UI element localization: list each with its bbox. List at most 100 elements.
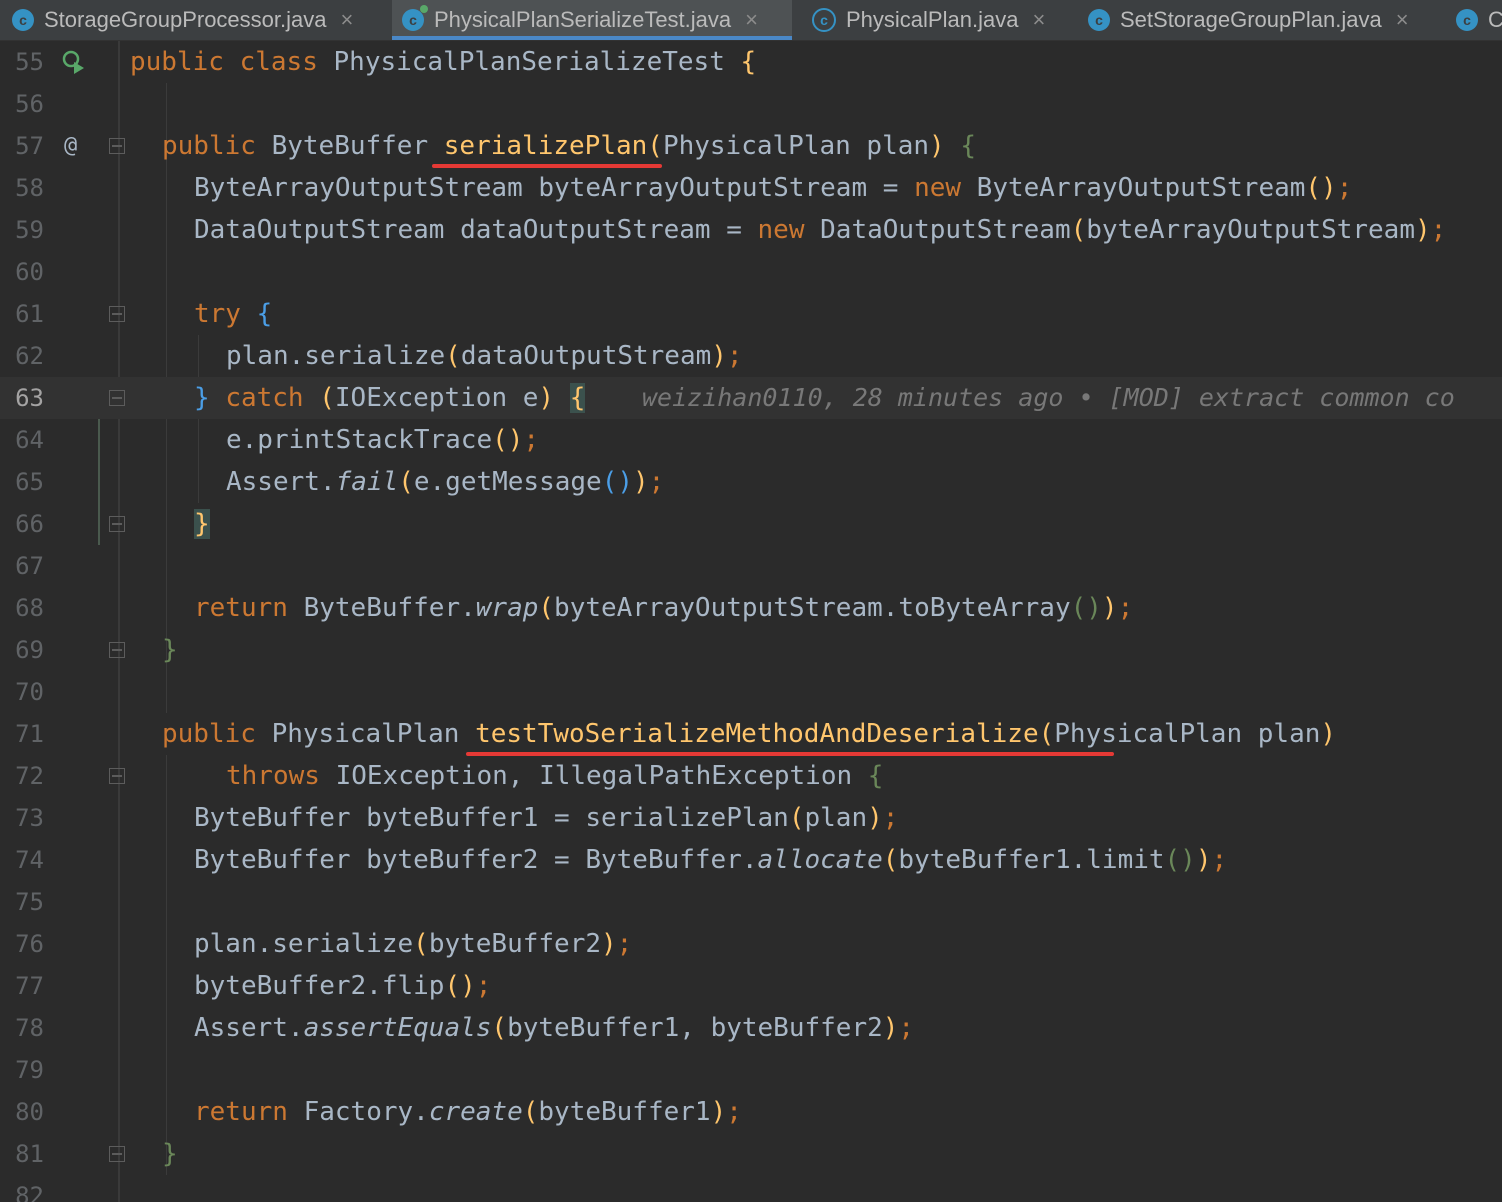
code-text: ByteArrayOutputStream byteArrayOutputStr… [194, 173, 1353, 203]
line-number: 73 [15, 804, 44, 832]
code-line-71[interactable]: 71 public PhysicalPlan testTwoSerializeM… [0, 713, 1502, 756]
code-line-69[interactable]: 69 } [0, 629, 1502, 671]
code-line-81[interactable]: 81 } [0, 1133, 1502, 1175]
code-text: plan.serialize(byteBuffer2); [194, 929, 633, 959]
line-number: 61 [15, 300, 44, 328]
code-line-56[interactable]: 56 [0, 83, 1502, 125]
line-number: 70 [15, 678, 44, 706]
run-test-icon[interactable] [60, 49, 86, 75]
code-line-76[interactable]: 76 plan.serialize(byteBuffer2); [0, 923, 1502, 965]
code-line-68[interactable]: 68 return ByteBuffer.wrap(byteArrayOutpu… [0, 587, 1502, 629]
close-icon[interactable]: × [745, 7, 758, 33]
fold-collapse-icon[interactable] [109, 642, 125, 658]
code-line-78[interactable]: 78 Assert.assertEquals(byteBuffer1, byte… [0, 1007, 1502, 1049]
code-line-77[interactable]: 77 byteBuffer2.flip(); [0, 965, 1502, 1007]
fold-collapse-icon[interactable] [109, 1146, 125, 1162]
class-icon: c [402, 5, 428, 31]
code-line-62[interactable]: 62 plan.serialize(dataOutputStream); [0, 335, 1502, 377]
git-blame-annotation[interactable]: weizihan0110, 28 minutes ago • [MOD] ext… [642, 377, 1455, 419]
line-number: 58 [15, 174, 44, 202]
editor-tab-bar: c StorageGroupProcessor.java × c Physica… [0, 0, 1502, 41]
class-icon: c [1088, 9, 1110, 31]
code-text: public PhysicalPlan testTwoSerializeMeth… [162, 719, 1337, 749]
code-line-65[interactable]: 65 Assert.fail(e.getMessage()); [0, 461, 1502, 503]
code-line-75[interactable]: 75 [0, 881, 1502, 923]
tab-storage-group-processor[interactable]: c StorageGroupProcessor.java × [0, 0, 384, 40]
code-line-70[interactable]: 70 [0, 671, 1502, 713]
line-number: 69 [15, 636, 44, 664]
close-icon[interactable]: × [341, 7, 354, 33]
line-number: 68 [15, 594, 44, 622]
code-line-80[interactable]: 80 return Factory.create(byteBuffer1); [0, 1091, 1502, 1133]
code-line-73[interactable]: 73 ByteBuffer byteBuffer1 = serializePla… [0, 797, 1502, 839]
code-text: } [194, 509, 210, 539]
line-number: 77 [15, 972, 44, 1000]
code-line-64[interactable]: 64 e.printStackTrace(); [0, 419, 1502, 461]
code-text: Assert.assertEquals(byteBuffer1, byteBuf… [194, 1013, 915, 1043]
tab-label: SetStorageGroupPlan.java [1120, 7, 1382, 32]
line-number: 64 [15, 426, 44, 454]
tab-label: PhysicalPlanSerializeTest.java [434, 7, 732, 32]
line-number: 55 [15, 48, 44, 76]
code-line-72[interactable]: 72 throws IOException, IllegalPathExcept… [0, 755, 1502, 797]
line-number: 60 [15, 258, 44, 286]
code-text: Assert.fail(e.getMessage()); [226, 467, 665, 497]
abstract-class-icon: c [812, 8, 836, 32]
tab-physical-plan[interactable]: c PhysicalPlan.java × [808, 0, 1078, 40]
code-line-79[interactable]: 79 [0, 1049, 1502, 1091]
line-number: 63 [15, 384, 44, 412]
tab-label: PhysicalPlan.java [846, 7, 1019, 32]
code-line-55[interactable]: 55 public class PhysicalPlanSerializeTes… [0, 41, 1502, 83]
line-number: 80 [15, 1098, 44, 1126]
code-text: throws IOException, IllegalPathException… [226, 761, 884, 791]
code-editor[interactable]: 55 public class PhysicalPlanSerializeTes… [0, 41, 1502, 1202]
code-text: public ByteBuffer serializePlan(Physical… [162, 131, 977, 161]
code-text: } [162, 635, 178, 665]
code-text: } [162, 1139, 178, 1169]
overrides-marker-icon[interactable]: @ [64, 125, 77, 167]
code-text: return ByteBuffer.wrap(byteArrayOutputSt… [194, 593, 1134, 623]
code-line-74[interactable]: 74 ByteBuffer byteBuffer2 = ByteBuffer.a… [0, 839, 1502, 881]
line-number: 79 [15, 1056, 44, 1084]
line-number: 59 [15, 216, 44, 244]
code-text: ByteBuffer byteBuffer2 = ByteBuffer.allo… [194, 845, 1228, 875]
fold-collapse-icon[interactable] [109, 390, 125, 406]
line-number: 62 [15, 342, 44, 370]
code-line-57[interactable]: 57 @ public ByteBuffer serializePlan(Phy… [0, 125, 1502, 168]
line-number: 78 [15, 1014, 44, 1042]
tab-label: C [1488, 7, 1502, 33]
line-number: 76 [15, 930, 44, 958]
line-number: 67 [15, 552, 44, 580]
code-text: try { [194, 299, 273, 329]
line-number: 74 [15, 846, 44, 874]
line-number: 56 [15, 90, 44, 118]
close-icon[interactable]: × [1396, 7, 1409, 33]
code-line-66[interactable]: 66 } [0, 503, 1502, 545]
code-text: public class PhysicalPlanSerializeTest { [130, 47, 757, 77]
tab-label: StorageGroupProcessor.java [44, 7, 327, 32]
fold-collapse-icon[interactable] [109, 768, 125, 784]
line-number: 66 [15, 510, 44, 538]
fold-collapse-icon[interactable] [109, 306, 125, 322]
code-line-60[interactable]: 60 [0, 251, 1502, 293]
tab-physical-plan-serialize-test[interactable]: c PhysicalPlanSerializeTest.java × [392, 0, 792, 40]
tab-overflow[interactable]: c C [1456, 0, 1502, 40]
code-line-82[interactable]: 82 [0, 1175, 1502, 1202]
line-number: 75 [15, 888, 44, 916]
code-line-59[interactable]: 59 DataOutputStream dataOutputStream = n… [0, 209, 1502, 251]
code-line-67[interactable]: 67 [0, 545, 1502, 587]
code-line-58[interactable]: 58 ByteArrayOutputStream byteArrayOutput… [0, 167, 1502, 209]
line-number: 82 [15, 1182, 44, 1202]
fold-collapse-icon[interactable] [109, 138, 125, 154]
code-text: return Factory.create(byteBuffer1); [194, 1097, 742, 1127]
fold-collapse-icon[interactable] [109, 516, 125, 532]
line-number: 57 [15, 132, 44, 160]
code-line-61[interactable]: 61 try { [0, 293, 1502, 335]
close-icon[interactable]: × [1032, 7, 1045, 33]
code-line-63-current[interactable]: 63 } catch (IOException e) { weizihan011… [0, 377, 1502, 419]
code-text: } catch (IOException e) { [194, 383, 586, 413]
tab-set-storage-group-plan[interactable]: c SetStorageGroupPlan.java × [1088, 0, 1448, 40]
line-number: 65 [15, 468, 44, 496]
code-text: e.printStackTrace(); [226, 425, 540, 455]
class-icon: c [12, 9, 34, 31]
